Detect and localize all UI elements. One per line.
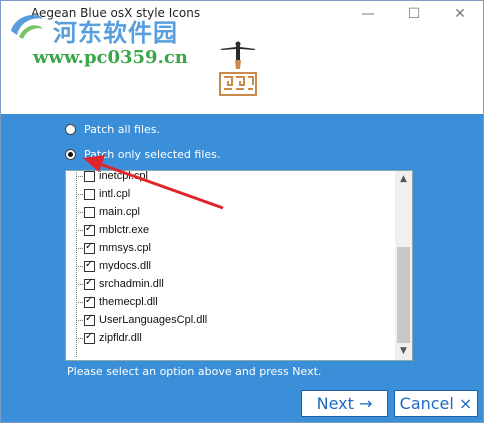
maximize-button[interactable]: ☐ (391, 1, 437, 27)
tree-branch (76, 194, 83, 195)
tree-branch (76, 320, 83, 321)
patch-selected-option[interactable]: Patch only selected files. (65, 145, 220, 163)
file-checkbox[interactable] (84, 295, 95, 308)
file-list-item[interactable]: inetcpl.cpl (66, 170, 396, 185)
instruction-text: Please select an option above and press … (67, 365, 322, 378)
tree-branch (76, 266, 83, 267)
file-checkbox[interactable] (84, 313, 95, 326)
file-list-item[interactable]: srchadmin.dll (66, 275, 396, 293)
watermark-site-name: 河东软件园 (53, 19, 178, 47)
tree-branch (76, 302, 83, 303)
file-name: mmsys.cpl (99, 242, 151, 254)
tree-branch (76, 212, 83, 213)
file-checkbox[interactable] (84, 241, 95, 254)
file-list-item[interactable]: main.cpl (66, 203, 396, 221)
tree-branch (76, 176, 83, 177)
cancel-button[interactable]: Cancel × (394, 390, 478, 417)
file-list-items: inetcpl.cpl intl.cpl main.cpl mblctr.exe mms… (66, 170, 396, 357)
patch-all-radio[interactable] (65, 123, 76, 135)
patch-all-option[interactable]: Patch all files. (65, 120, 160, 138)
file-checkbox[interactable] (84, 277, 95, 290)
file-name: main.cpl (99, 206, 140, 218)
file-name: intl.cpl (99, 188, 131, 200)
file-checkbox[interactable] (84, 331, 95, 344)
patch-selected-label: Patch only selected files. (84, 147, 221, 161)
file-list-item[interactable]: UserLanguagesCpl.dll (66, 311, 396, 329)
watermark-logo-icon (11, 15, 43, 39)
close-button[interactable]: ✕ (437, 1, 483, 27)
file-list-item[interactable]: zipfldr.dll (66, 329, 396, 347)
file-name: UserLanguagesCpl.dll (99, 314, 208, 326)
file-list-item[interactable]: mblctr.exe (66, 221, 396, 239)
patch-all-label: Patch all files. (84, 122, 161, 136)
file-checkbox[interactable] (84, 206, 95, 218)
file-name: zipfldr.dll (99, 332, 142, 344)
greek-figure-logo (219, 41, 257, 96)
file-name: mydocs.dll (99, 260, 151, 272)
file-list-item[interactable]: mmsys.cpl (66, 239, 396, 257)
tree-branch (76, 338, 83, 339)
file-checkbox[interactable] (84, 171, 95, 182)
next-button[interactable]: Next → (301, 390, 388, 417)
file-name: mblctr.exe (99, 224, 150, 236)
minimize-button[interactable]: — (345, 1, 391, 27)
tree-branch (76, 230, 83, 231)
file-checkbox[interactable] (84, 223, 95, 236)
file-name: themecpl.dll (99, 296, 158, 308)
file-list-item[interactable]: themecpl.dll (66, 293, 396, 311)
scroll-thumb[interactable] (397, 247, 410, 343)
patch-selected-radio[interactable] (65, 148, 76, 160)
installer-window: Aegean Blue osX style Icons — ☐ ✕ 河东软件园 … (0, 0, 484, 423)
scroll-up-arrow-icon[interactable]: ▲ (395, 171, 412, 188)
file-checkbox[interactable] (84, 188, 95, 200)
file-checkbox[interactable] (84, 259, 95, 272)
file-list[interactable]: inetcpl.cpl intl.cpl main.cpl mblctr.exe mms… (65, 170, 413, 361)
watermark-url: www.pc0359.cn (33, 47, 188, 68)
file-name: srchadmin.dll (99, 278, 164, 290)
tree-branch (76, 248, 83, 249)
file-list-scrollbar[interactable]: ▲ ▼ (395, 171, 412, 360)
file-list-item[interactable]: intl.cpl (66, 185, 396, 203)
scroll-down-arrow-icon[interactable]: ▼ (395, 343, 412, 360)
file-name: inetcpl.cpl (99, 170, 148, 182)
tree-branch (76, 284, 83, 285)
file-list-item[interactable]: mydocs.dll (66, 257, 396, 275)
